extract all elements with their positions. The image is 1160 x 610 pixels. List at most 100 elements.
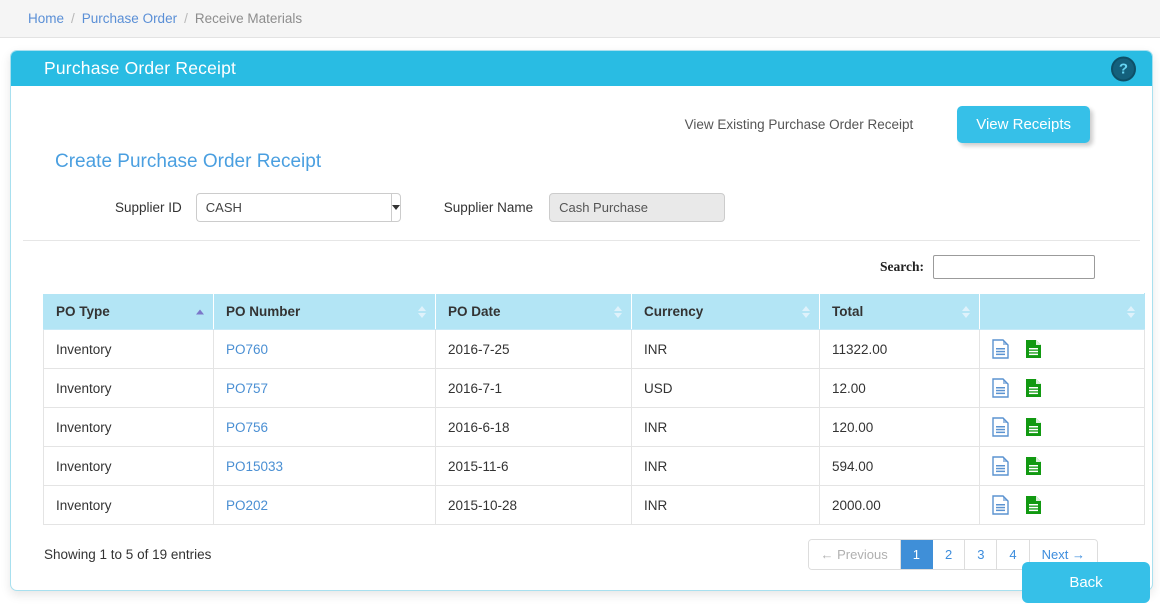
cell-actions xyxy=(979,407,1145,447)
cell-po-type: Inventory xyxy=(43,485,214,525)
table-row: Inventory PO760 2016-7-25 INR 11322.00 xyxy=(43,329,1145,369)
supplier-id-input[interactable] xyxy=(195,193,391,222)
document-export-icon[interactable] xyxy=(1025,456,1042,476)
po-number-link[interactable]: PO757 xyxy=(226,381,268,396)
view-existing-row: View Existing Purchase Order Receipt Vie… xyxy=(43,86,1120,143)
help-icon[interactable]: ? xyxy=(1111,56,1136,81)
cell-total: 11322.00 xyxy=(819,329,980,369)
sort-none-icon xyxy=(418,305,426,318)
pagination-page-2[interactable]: 2 xyxy=(932,540,966,569)
supplier-name-field xyxy=(549,193,726,222)
cell-po-number: PO15033 xyxy=(213,446,436,486)
cell-total: 594.00 xyxy=(819,446,980,486)
pagination-previous: ← Previous xyxy=(808,540,901,569)
row-action-icons xyxy=(992,339,1132,359)
cell-actions xyxy=(979,446,1145,486)
document-export-icon[interactable] xyxy=(1025,417,1042,437)
cell-po-type: Inventory xyxy=(43,407,214,447)
table-row: Inventory PO756 2016-6-18 INR 120.00 xyxy=(43,407,1145,447)
breadcrumb-home[interactable]: Home xyxy=(28,11,64,26)
sort-none-icon xyxy=(802,305,810,318)
page-title: Purchase Order Receipt xyxy=(44,58,237,78)
cell-po-date: 2016-6-18 xyxy=(435,407,632,447)
view-existing-label: View Existing Purchase Order Receipt xyxy=(684,117,914,132)
table-body: Inventory PO760 2016-7-25 INR 11322.00 Invent… xyxy=(43,329,1145,525)
document-export-icon[interactable] xyxy=(1025,339,1042,359)
section-title: Create Purchase Order Receipt xyxy=(55,151,322,172)
row-action-icons xyxy=(992,456,1132,476)
search-label: Search: xyxy=(880,259,924,274)
document-export-icon[interactable] xyxy=(1025,378,1042,398)
table-row: Inventory PO757 2016-7-1 USD 12.00 xyxy=(43,368,1145,408)
panel-header: Purchase Order Receipt ? xyxy=(11,51,1152,86)
breadcrumb: Home / Purchase Order / Receive Material… xyxy=(0,0,1160,38)
column-label: Currency xyxy=(644,304,704,319)
showing-entries-info: Showing 1 to 5 of 19 entries xyxy=(44,547,212,562)
breadcrumb-separator-1: / xyxy=(71,11,75,26)
column-label: PO Number xyxy=(226,304,301,319)
purchase-order-receipt-panel: Purchase Order Receipt ? View Existing P… xyxy=(10,50,1153,591)
po-number-link[interactable]: PO15033 xyxy=(226,459,283,474)
table-row: Inventory PO15033 2015-11-6 INR 594.00 xyxy=(43,446,1145,486)
cell-total: 12.00 xyxy=(819,368,980,408)
supplier-form-row: Supplier ID Supplier Name xyxy=(43,193,1120,222)
back-button-wrap: Back xyxy=(1022,562,1150,603)
sort-none-icon xyxy=(614,305,622,318)
cell-po-type: Inventory xyxy=(43,368,214,408)
row-action-icons xyxy=(992,495,1132,515)
document-view-icon[interactable] xyxy=(992,417,1009,437)
document-view-icon[interactable] xyxy=(992,339,1009,359)
column-header-po-date[interactable]: PO Date xyxy=(435,293,632,330)
back-button[interactable]: Back xyxy=(1022,562,1150,603)
view-receipts-button[interactable]: View Receipts xyxy=(957,106,1090,143)
column-header-actions[interactable] xyxy=(979,293,1145,330)
cell-po-number: PO202 xyxy=(213,485,436,525)
purchase-orders-table: PO Type PO Number PO Date Currency Total… xyxy=(43,293,1145,525)
cell-total: 2000.00 xyxy=(819,485,980,525)
sort-none-icon xyxy=(962,305,970,318)
column-label: PO Date xyxy=(448,304,501,319)
po-number-link[interactable]: PO756 xyxy=(226,420,268,435)
table-footer: Showing 1 to 5 of 19 entries ← Previous 1… xyxy=(43,539,1120,570)
supplier-id-select[interactable] xyxy=(195,193,401,222)
supplier-name-label: Supplier Name xyxy=(443,200,534,215)
cell-actions xyxy=(979,368,1145,408)
cell-currency: INR xyxy=(631,446,820,486)
cell-po-date: 2015-10-28 xyxy=(435,485,632,525)
cell-po-date: 2016-7-1 xyxy=(435,368,632,408)
breadcrumb-separator-2: / xyxy=(184,11,188,26)
column-label: PO Type xyxy=(56,304,110,319)
document-view-icon[interactable] xyxy=(992,378,1009,398)
chevron-down-icon[interactable] xyxy=(390,193,401,222)
search-input[interactable] xyxy=(933,255,1095,279)
column-header-total[interactable]: Total xyxy=(819,293,980,330)
column-label: Total xyxy=(832,304,864,319)
document-export-icon[interactable] xyxy=(1025,495,1042,515)
po-table-section: Search: PO Type PO Number PO Date Curren… xyxy=(11,241,1152,590)
column-header-currency[interactable]: Currency xyxy=(631,293,820,330)
help-icon-glyph: ? xyxy=(1118,60,1129,77)
breadcrumb-purchase-order[interactable]: Purchase Order xyxy=(82,11,177,26)
supplier-id-label: Supplier ID xyxy=(115,200,182,215)
pagination-page-3[interactable]: 3 xyxy=(965,540,998,569)
cell-actions xyxy=(979,329,1145,369)
column-header-po-number[interactable]: PO Number xyxy=(213,293,436,330)
create-receipt-section: View Existing Purchase Order Receipt Vie… xyxy=(23,86,1140,241)
document-view-icon[interactable] xyxy=(992,456,1009,476)
po-number-link[interactable]: PO760 xyxy=(226,342,268,357)
cell-po-number: PO756 xyxy=(213,407,436,447)
cell-po-date: 2015-11-6 xyxy=(435,446,632,486)
table-row: Inventory PO202 2015-10-28 INR 2000.00 xyxy=(43,485,1145,525)
cell-currency: USD xyxy=(631,368,820,408)
cell-currency: INR xyxy=(631,485,820,525)
row-action-icons xyxy=(992,378,1132,398)
cell-po-type: Inventory xyxy=(43,329,214,369)
cell-total: 120.00 xyxy=(819,407,980,447)
cell-currency: INR xyxy=(631,329,820,369)
po-number-link[interactable]: PO202 xyxy=(226,498,268,513)
cell-actions xyxy=(979,485,1145,525)
search-row: Search: xyxy=(43,255,1120,279)
document-view-icon[interactable] xyxy=(992,495,1009,515)
column-header-po-type[interactable]: PO Type xyxy=(43,293,214,330)
pagination-page-1[interactable]: 1 xyxy=(900,540,933,569)
